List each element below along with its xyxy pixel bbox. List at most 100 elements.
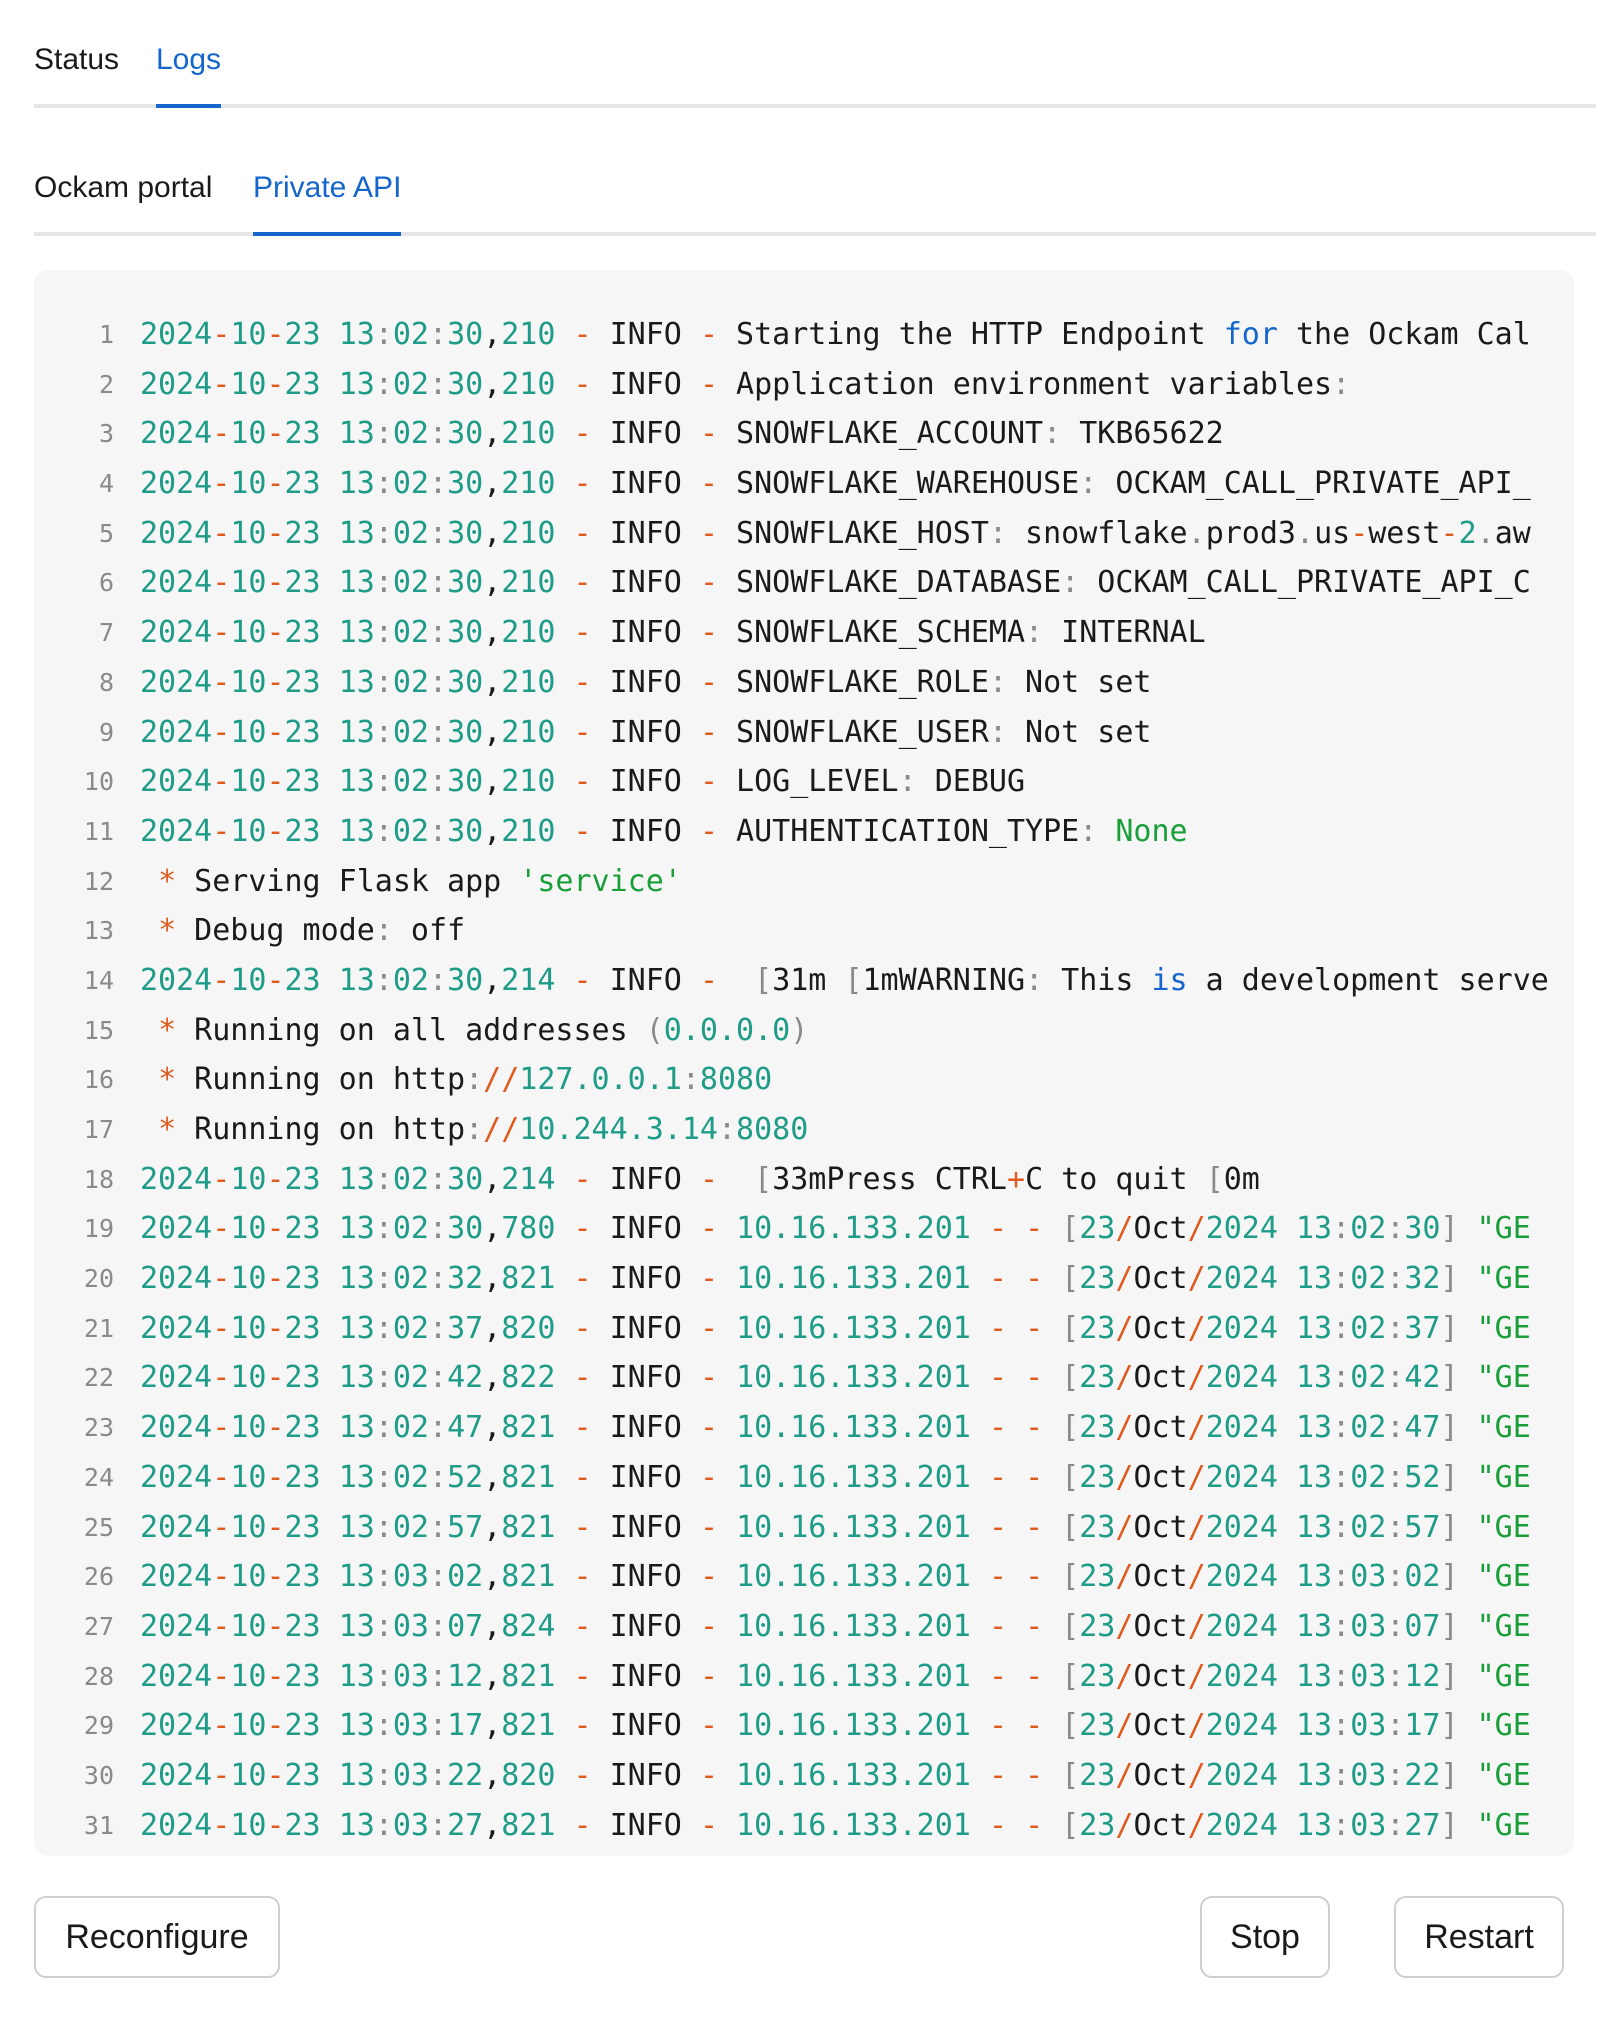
log-line: 30 2024-10-23 13:03:22,820 - INFO - 10.16… [34, 1751, 1574, 1801]
log-line: 1 2024-10-23 13:02:30,210 - INFO - Starti… [34, 310, 1574, 360]
line-number: 20 [83, 1264, 114, 1294]
line-number: 23 [83, 1413, 114, 1443]
log-text: * Debug mode: off [158, 913, 466, 949]
line-number: 28 [83, 1661, 114, 1691]
tab-logs[interactable]: Logs [156, 30, 222, 108]
log-text: * Running on all addresses (0.0.0.0) [158, 1012, 809, 1048]
log-line: 8 2024-10-23 13:02:30,210 - INFO - SNOWFL… [34, 658, 1574, 708]
line-number: 21 [83, 1313, 114, 1343]
line-number: 2 [98, 369, 114, 399]
tab-private-api[interactable]: Private API [253, 158, 402, 236]
line-number: 6 [98, 568, 114, 598]
log-text: 2024-10-23 13:03:12,821 - INFO - 10.16.1… [140, 1658, 1531, 1694]
log-viewer[interactable]: 1 2024-10-23 13:02:30,210 - INFO - Starti… [34, 270, 1574, 1856]
log-line: 2 2024-10-23 13:02:30,210 - INFO - Applic… [34, 360, 1574, 410]
log-text: 2024-10-23 13:02:52,821 - INFO - 10.16.1… [140, 1459, 1531, 1495]
line-number: 31 [83, 1810, 114, 1840]
log-line: 6 2024-10-23 13:02:30,210 - INFO - SNOWFL… [34, 558, 1574, 608]
log-line: 17 * Running on http://10.244.3.14:8080 [34, 1105, 1574, 1155]
log-text: 2024-10-23 13:02:32,821 - INFO - 10.16.1… [140, 1261, 1531, 1297]
log-line: 27 2024-10-23 13:03:07,824 - INFO - 10.16… [34, 1602, 1574, 1652]
log-text: 2024-10-23 13:02:42,822 - INFO - 10.16.1… [140, 1360, 1531, 1396]
log-text: 2024-10-23 13:02:30,210 - INFO - SNOWFLA… [140, 565, 1531, 601]
line-number: 18 [83, 1164, 114, 1194]
line-number: 30 [83, 1760, 114, 1790]
log-text: 2024-10-23 13:02:47,821 - INFO - 10.16.1… [140, 1410, 1531, 1446]
log-line: 24 2024-10-23 13:02:52,821 - INFO - 10.16… [34, 1453, 1574, 1503]
log-line: 31 2024-10-23 13:03:27,821 - INFO - 10.16… [34, 1801, 1574, 1851]
log-line: 10 2024-10-23 13:02:30,210 - INFO - LOG_L… [34, 757, 1574, 807]
tab-status[interactable]: Status [34, 30, 119, 104]
log-text: 2024-10-23 13:02:57,821 - INFO - 10.16.1… [140, 1509, 1531, 1545]
log-line: 18 2024-10-23 13:02:30,214 - INFO - [33mP… [34, 1155, 1574, 1205]
line-number: 9 [98, 717, 114, 747]
log-text: 2024-10-23 13:03:07,824 - INFO - 10.16.1… [140, 1608, 1531, 1644]
line-number: 11 [83, 816, 114, 846]
log-text: 2024-10-23 13:02:30,210 - INFO - LOG_LEV… [140, 764, 1026, 800]
log-line: 23 2024-10-23 13:02:47,821 - INFO - 10.16… [34, 1403, 1574, 1453]
log-line: 16 * Running on http://127.0.0.1:8080 [34, 1055, 1574, 1105]
line-number: 1 [98, 320, 114, 349]
line-number: 5 [98, 518, 114, 548]
log-text: 2024-10-23 13:03:22,820 - INFO - 10.16.1… [140, 1757, 1531, 1793]
line-number: 15 [83, 1015, 114, 1045]
line-number: 7 [98, 618, 114, 648]
log-text: 2024-10-23 13:02:30,210 - INFO - Startin… [140, 317, 1531, 352]
log-line: 29 2024-10-23 13:03:17,821 - INFO - 10.16… [34, 1701, 1574, 1751]
log-text: 2024-10-23 13:03:27,821 - INFO - 10.16.1… [140, 1807, 1531, 1843]
log-source-tabs: Ockam portal Private API [34, 158, 1596, 236]
stop-button[interactable]: Stop [1200, 1896, 1330, 1978]
log-line: 14 2024-10-23 13:02:30,214 - INFO - [31m … [34, 956, 1574, 1006]
log-text: 2024-10-23 13:03:32,821 - INFO - 10.16.1… [140, 1850, 1531, 1856]
line-number: 12 [83, 866, 114, 896]
log-text: 2024-10-23 13:02:30,210 - INFO - SNOWFLA… [140, 416, 1224, 452]
log-text: 2024-10-23 13:02:30,210 - INFO - SNOWFLA… [140, 615, 1206, 651]
log-text: 2024-10-23 13:02:30,210 - INFO - AUTHENT… [140, 813, 1188, 849]
log-text: 2024-10-23 13:02:30,210 - INFO - SNOWFLA… [140, 714, 1152, 750]
restart-button[interactable]: Restart [1394, 1896, 1564, 1978]
log-text: 2024-10-23 13:03:02,821 - INFO - 10.16.1… [140, 1559, 1531, 1595]
log-text: 2024-10-23 13:02:30,210 - INFO - SNOWFLA… [140, 664, 1152, 700]
tab-ockam-portal[interactable]: Ockam portal [34, 158, 212, 232]
log-text: * Running on http://127.0.0.1:8080 [158, 1062, 773, 1098]
log-lines: 1 2024-10-23 13:02:30,210 - INFO - Starti… [34, 310, 1574, 1856]
log-line: 21 2024-10-23 13:02:37,820 - INFO - 10.16… [34, 1304, 1574, 1354]
line-number: 22 [83, 1363, 114, 1393]
line-number: 8 [98, 667, 114, 697]
log-line: 32 2024-10-23 13:03:32,821 - INFO - 10.16… [34, 1850, 1574, 1856]
log-text: 2024-10-23 13:03:17,821 - INFO - 10.16.1… [140, 1708, 1531, 1744]
line-number: 29 [83, 1711, 114, 1741]
log-text: 2024-10-23 13:02:37,820 - INFO - 10.16.1… [140, 1310, 1531, 1346]
log-text: 2024-10-23 13:02:30,210 - INFO - Applica… [140, 366, 1351, 402]
main-tabs: Status Logs [34, 30, 1596, 108]
log-line: 5 2024-10-23 13:02:30,210 - INFO - SNOWFL… [34, 509, 1574, 559]
log-line: 15 * Running on all addresses (0.0.0.0) [34, 1006, 1574, 1056]
log-line: 12 * Serving Flask app 'service' [34, 857, 1574, 907]
line-number: 27 [83, 1611, 114, 1641]
line-number: 25 [83, 1512, 114, 1542]
log-text: 2024-10-23 13:02:30,210 - INFO - SNOWFLA… [140, 466, 1531, 502]
line-number: 32 [34, 1850, 114, 1856]
line-number: 26 [83, 1562, 114, 1592]
log-text: 2024-10-23 13:02:30,780 - INFO - 10.16.1… [140, 1211, 1531, 1247]
line-number: 10 [83, 767, 114, 797]
log-text: 2024-10-23 13:02:30,210 - INFO - SNOWFLA… [140, 515, 1531, 551]
line-number: 13 [83, 916, 114, 946]
log-line: 3 2024-10-23 13:02:30,210 - INFO - SNOWFL… [34, 409, 1574, 459]
line-number: 4 [98, 469, 114, 499]
line-number: 17 [83, 1115, 114, 1144]
line-number: 14 [83, 965, 114, 995]
log-line: 11 2024-10-23 13:02:30,210 - INFO - AUTHE… [34, 807, 1574, 857]
line-number: 19 [83, 1214, 114, 1244]
log-line: 20 2024-10-23 13:02:32,821 - INFO - 10.16… [34, 1254, 1574, 1304]
log-line: 13 * Debug mode: off [34, 906, 1574, 956]
log-line: 9 2024-10-23 13:02:30,210 - INFO - SNOWFL… [34, 708, 1574, 758]
reconfigure-button[interactable]: Reconfigure [34, 1896, 280, 1978]
log-line: 19 2024-10-23 13:02:30,780 - INFO - 10.16… [34, 1204, 1574, 1254]
line-number: 16 [83, 1065, 114, 1095]
log-text: 2024-10-23 13:02:30,214 - INFO - [31m [1… [140, 962, 1549, 998]
log-line: 4 2024-10-23 13:02:30,210 - INFO - SNOWFL… [34, 459, 1574, 509]
log-text: * Serving Flask app 'service' [158, 863, 682, 899]
log-line: 22 2024-10-23 13:02:42,822 - INFO - 10.16… [34, 1353, 1574, 1403]
log-line: 7 2024-10-23 13:02:30,210 - INFO - SNOWFL… [34, 608, 1574, 658]
